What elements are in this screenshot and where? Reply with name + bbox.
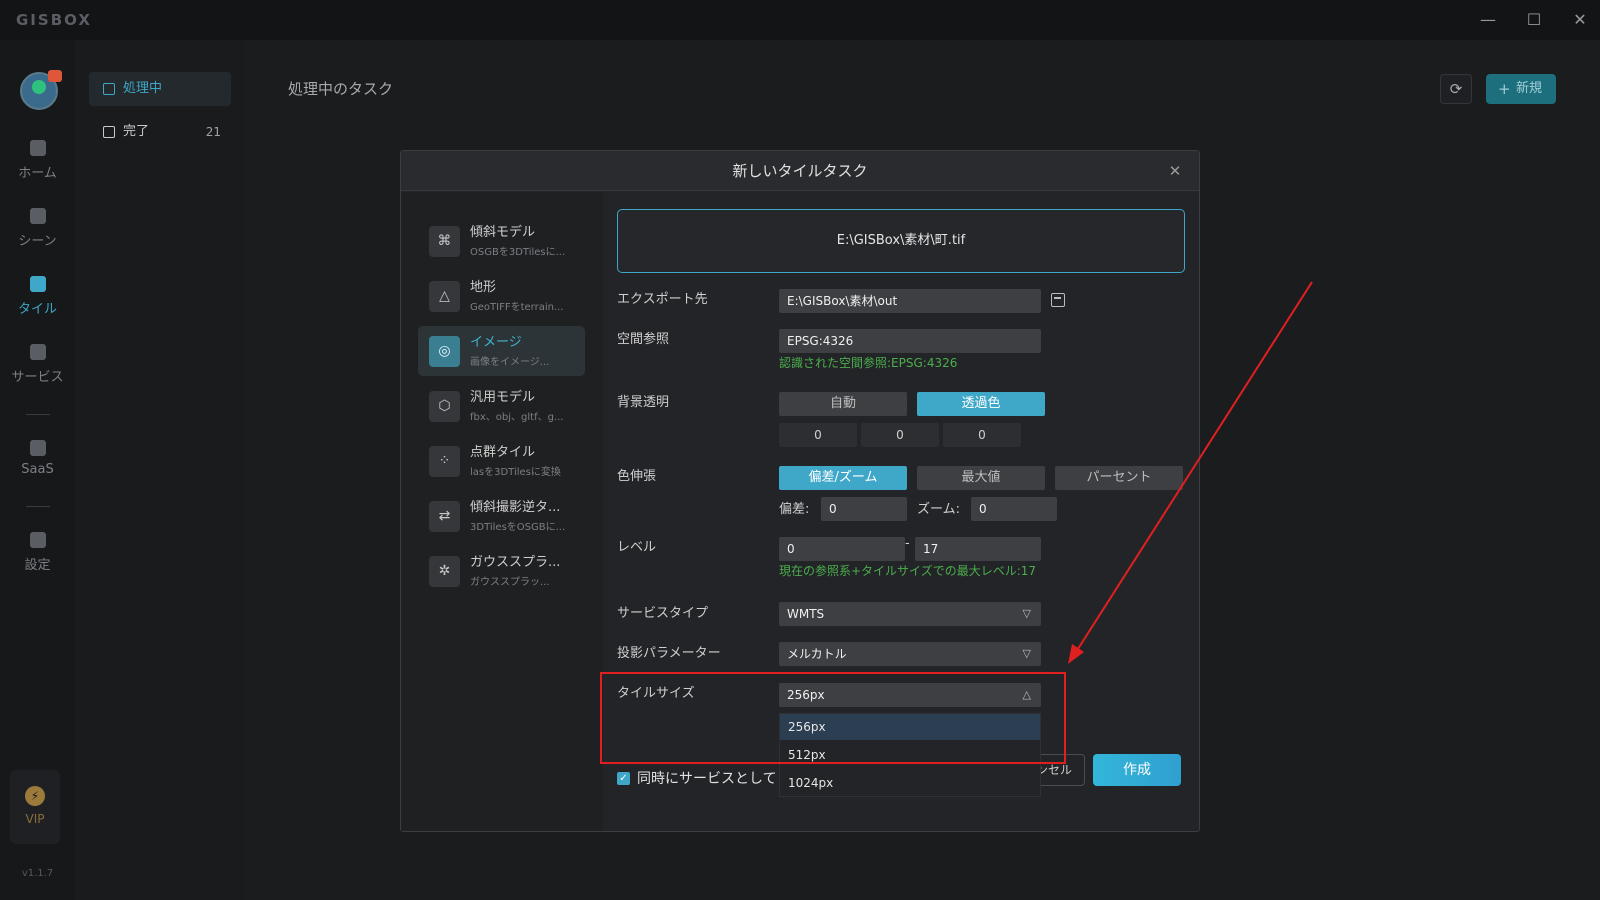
- annotation-arrow-icon: [1068, 281, 1313, 664]
